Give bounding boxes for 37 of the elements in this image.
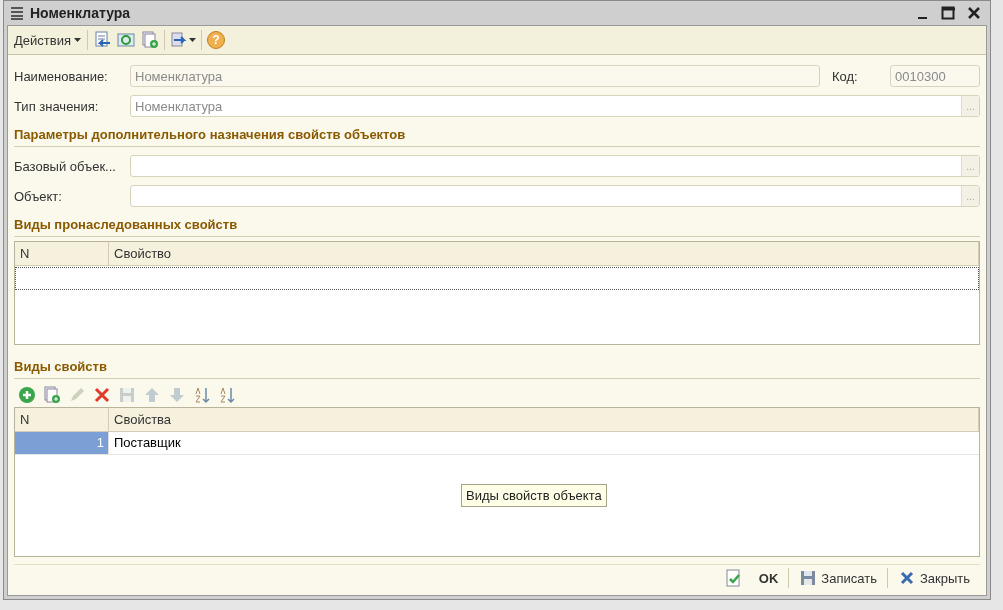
field-label: Наименование: (14, 68, 109, 84)
column-header[interactable]: N (15, 408, 109, 431)
export-button[interactable] (168, 30, 197, 50)
window-title: Номенклатура (30, 5, 132, 21)
object-field[interactable]: ... (130, 185, 980, 207)
field-label: Код: (831, 68, 859, 84)
section-title: Параметры дополнительного назначения свойств объектов (14, 127, 980, 147)
save-button[interactable]: Записать (795, 567, 881, 589)
document-check-icon (724, 569, 743, 587)
select-button[interactable]: ... (961, 96, 979, 116)
name-field[interactable]: Номенклатура (130, 65, 820, 87)
ok-button[interactable]: OK (720, 567, 783, 589)
type-field[interactable]: Номенклатура ... (130, 95, 980, 117)
caret-icon[interactable] (73, 38, 81, 42)
close-icon[interactable] (967, 6, 981, 20)
column-header[interactable]: Свойство (109, 242, 979, 265)
table-cell[interactable]: Поставщик (109, 432, 979, 454)
field-label: Базовый объек... (14, 158, 117, 174)
field-label: Объект: (14, 188, 63, 204)
column-header[interactable]: N (15, 242, 109, 265)
caret-icon[interactable] (188, 38, 196, 42)
section-title: Виды свойств (14, 359, 980, 379)
help-button[interactable]: ? (205, 30, 226, 50)
tooltip: Виды свойств объекта (461, 484, 607, 507)
field-label: Тип значения: (14, 98, 100, 114)
empty-row[interactable] (15, 267, 979, 290)
form-icon (10, 6, 24, 20)
close-button[interactable]: Закрыть (893, 567, 974, 589)
section-title: Виды пронаследованных свойств (14, 217, 980, 237)
maximize-icon[interactable] (941, 6, 955, 20)
select-button[interactable]: ... (961, 186, 979, 206)
actions-menu[interactable]: Действия (12, 30, 83, 50)
select-button[interactable]: ... (961, 156, 979, 176)
code-field[interactable]: 0010300 (890, 65, 980, 87)
row-number-cell[interactable]: 1 (15, 432, 109, 454)
base-object-field[interactable]: ... (130, 155, 980, 177)
column-header[interactable]: Свойства (109, 408, 979, 431)
